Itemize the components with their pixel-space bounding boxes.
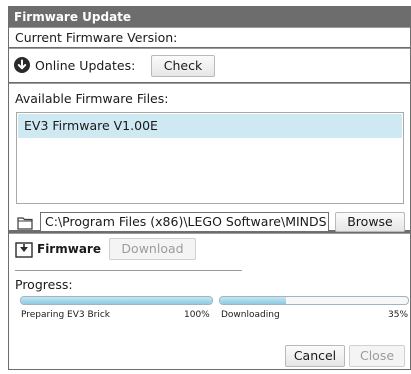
- section-divider: [15, 270, 242, 271]
- firmware-download-icon: [15, 242, 33, 258]
- downloading-status-text: Downloading: [221, 310, 280, 320]
- current-version-panel: Current Firmware Version:: [9, 27, 410, 47]
- downloading-progress-bar: [219, 296, 409, 305]
- preparing-status-text: Preparing EV3 Brick: [21, 310, 110, 320]
- preparing-progress-bar: [20, 296, 213, 305]
- check-button[interactable]: Check: [151, 55, 215, 77]
- preparing-progress-fill: [21, 297, 212, 304]
- firmware-update-dialog: Firmware Update Current Firmware Version…: [8, 6, 411, 370]
- download-button[interactable]: Download: [109, 238, 196, 260]
- list-item[interactable]: EV3 Firmware V1.00E: [18, 114, 402, 138]
- browse-button[interactable]: Browse: [335, 212, 405, 232]
- dialog-title: Firmware Update: [8, 6, 411, 26]
- online-updates-label: Online Updates:: [35, 58, 136, 73]
- progress-label: Progress:: [15, 277, 73, 292]
- firmware-file-list[interactable]: EV3 Firmware V1.00E: [16, 112, 404, 204]
- folder-icon[interactable]: [17, 215, 33, 230]
- cancel-button[interactable]: Cancel: [285, 345, 345, 367]
- download-circle-icon: [14, 57, 30, 73]
- firmware-path-input[interactable]: C:\Program Files (x86)\LEGO Software\MIN…: [40, 212, 329, 232]
- available-files-label: Available Firmware Files:: [15, 91, 169, 106]
- online-updates-panel: Online Updates: Check: [9, 48, 410, 82]
- preparing-percent-text: 100%: [184, 310, 210, 320]
- firmware-label: Firmware: [37, 242, 101, 256]
- available-files-panel: Available Firmware Files: EV3 Firmware V…: [9, 83, 410, 232]
- firmware-progress-panel: Firmware Download Progress: Preparing EV…: [9, 233, 410, 369]
- downloading-percent-text: 35%: [388, 310, 409, 320]
- close-button[interactable]: Close: [349, 345, 405, 367]
- current-version-label: Current Firmware Version:: [15, 30, 178, 45]
- downloading-progress-fill: [220, 297, 286, 304]
